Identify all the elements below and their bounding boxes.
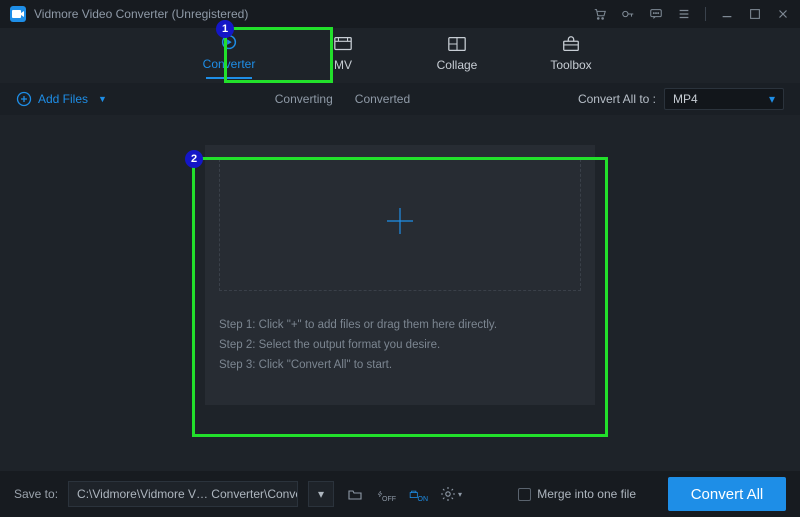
main-area: Step 1: Click "+" to add files or drag t… [0,115,800,471]
step1-text: Step 1: Click "+" to add files or drag t… [219,315,581,335]
tab-mv-label: MV [334,58,352,72]
bottom-bar: Save to: C:\Vidmore\Vidmore V… Converter… [0,471,800,517]
app-logo-icon [10,6,26,22]
tab-toolbox-label: Toolbox [550,58,591,72]
tab-converter-label: Converter [203,57,256,71]
cart-icon[interactable] [593,7,607,21]
save-path-value: C:\Vidmore\Vidmore V… Converter\Converte… [77,487,298,501]
merge-checkbox[interactable]: Merge into one file [518,487,636,501]
add-files-label: Add Files [38,92,88,106]
plus-icon [383,204,417,246]
hardware-accel-icon[interactable]: OFF [376,483,398,505]
high-speed-icon[interactable]: ON [408,483,430,505]
annotation-badge-2: 2 [185,150,203,168]
tab-converted[interactable]: Converted [355,92,410,106]
chevron-down-icon: ▾ [769,92,775,106]
convert-all-label: Convert All [691,486,764,503]
chevron-down-icon: ▼ [98,94,107,104]
window-title: Vidmore Video Converter (Unregistered) [34,7,248,21]
step3-text: Step 3: Click "Convert All" to start. [219,355,581,375]
annotation-badge-1: 1 [216,20,234,38]
tab-collage-label: Collage [437,58,478,72]
convert-all-button[interactable]: Convert All [668,477,786,511]
step2-text: Step 2: Select the output format you des… [219,335,581,355]
close-icon[interactable] [776,7,790,21]
open-folder-icon[interactable] [344,483,366,505]
save-path-dropdown[interactable]: ▾ [308,481,334,507]
settings-icon[interactable]: ▾ [440,483,462,505]
convert-all-to-label: Convert All to : [578,92,656,106]
tab-converter[interactable]: Converter [199,33,259,79]
feedback-icon[interactable] [649,7,663,21]
add-files-button[interactable]: Add Files ▼ [16,91,107,107]
save-to-label: Save to: [14,487,58,501]
tab-converting[interactable]: Converting [275,92,333,106]
drop-zone[interactable]: Step 1: Click "+" to add files or drag t… [205,145,595,405]
sub-toolbar: Add Files ▼ Converting Converted Convert… [0,83,800,115]
add-file-plus[interactable] [219,159,581,291]
key-icon[interactable] [621,7,635,21]
menu-icon[interactable] [677,7,691,21]
merge-label: Merge into one file [537,487,636,501]
save-path-field[interactable]: C:\Vidmore\Vidmore V… Converter\Converte… [68,481,298,507]
main-tabs: Converter MV Collage Toolbox [0,28,800,83]
tab-collage[interactable]: Collage [427,34,487,78]
minimize-icon[interactable] [720,7,734,21]
title-bar: Vidmore Video Converter (Unregistered) [0,0,800,28]
tab-toolbox[interactable]: Toolbox [541,34,601,78]
output-format-select[interactable]: MP4 ▾ [664,88,784,110]
tab-mv[interactable]: MV [313,34,373,78]
checkbox-icon [518,488,531,501]
output-format-value: MP4 [673,92,698,106]
chevron-down-icon: ▾ [458,490,462,499]
maximize-icon[interactable] [748,7,762,21]
